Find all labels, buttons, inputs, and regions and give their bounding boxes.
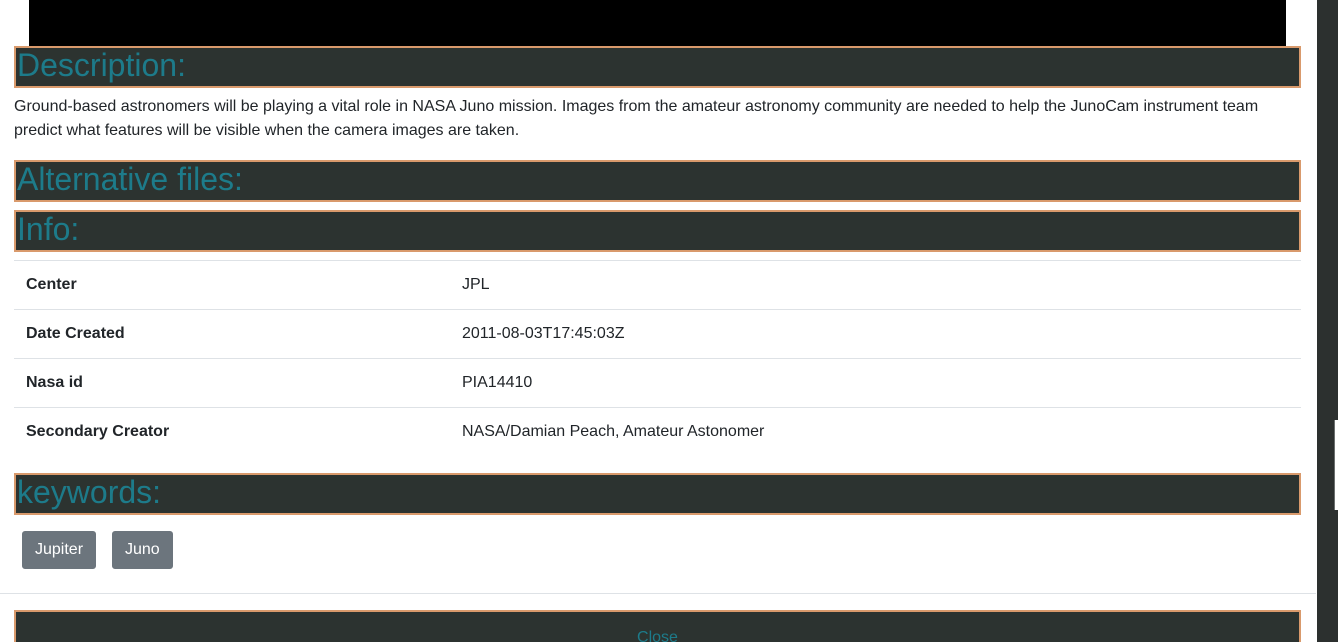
info-key: Date Created <box>26 325 125 342</box>
table-row: Date Created 2011-08-03T17:45:03Z <box>14 309 1301 359</box>
description-text: Ground-based astronomers will be playing… <box>14 98 1259 139</box>
keyword-tag-jupiter[interactable]: Jupiter <box>22 531 97 569</box>
media-preview <box>29 0 1286 46</box>
footer-divider <box>0 593 1316 594</box>
info-key: Nasa id <box>26 374 83 391</box>
info-title: Info: <box>17 211 80 247</box>
info-value: PIA14410 <box>462 374 533 391</box>
close-button-label: Close <box>637 629 678 642</box>
scrollbar[interactable] <box>1334 420 1338 510</box>
alternative-files-title: Alternative files: <box>17 161 243 197</box>
modal-page: Description: Ground-based astronomers wi… <box>0 0 1338 642</box>
close-button[interactable]: Close <box>14 610 1301 642</box>
keywords-header: keywords: <box>14 473 1301 515</box>
table-row: Center JPL <box>14 260 1301 310</box>
keyword-tag-juno[interactable]: Juno <box>112 531 173 569</box>
modal-body: Description: Ground-based astronomers wi… <box>0 0 1316 642</box>
description-title: Description: <box>17 47 186 83</box>
page-backdrop <box>1317 0 1338 642</box>
alternative-files-header: Alternative files: <box>14 160 1301 202</box>
info-key: Secondary Creator <box>26 423 170 441</box>
info-header: Info: <box>14 210 1301 252</box>
info-table: Center JPL Date Created 2011-08-03T17:45… <box>14 260 1301 457</box>
description-header: Description: <box>14 46 1301 88</box>
table-row: Nasa id PIA14410 <box>14 358 1301 408</box>
info-key: Center <box>26 276 77 293</box>
table-row: Secondary Creator NASA/Damian Peach, Ama… <box>14 407 1301 457</box>
info-value: NASA/Damian Peach, Amateur Astonomer <box>462 423 765 441</box>
keywords-title: keywords: <box>17 474 162 510</box>
info-value: 2011-08-03T17:45:03Z <box>462 325 625 342</box>
info-value: JPL <box>462 276 490 293</box>
